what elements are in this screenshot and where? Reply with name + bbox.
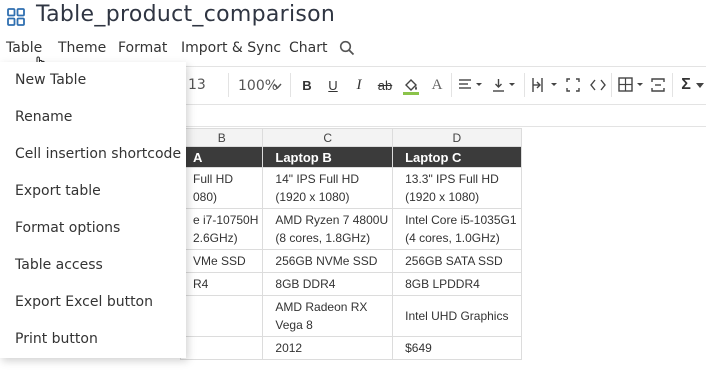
table-cell[interactable]: e i7-10750H 2.6GHz) [179,208,264,250]
table-cell[interactable] [179,295,264,337]
table-cell[interactable]: AMD Ryzen 7 4800U (8 cores, 1.8GHz) [262,208,394,250]
text-color-button[interactable]: A [430,75,444,95]
table-cell[interactable]: 13.3" IPS Full HD (1920 x 1080) [392,167,522,209]
toolbar-divider [290,73,291,97]
table-cell[interactable] [179,336,264,360]
chevron-down-icon[interactable] [696,83,704,88]
document-title[interactable]: Table_product_comparison [36,2,335,27]
fullscreen-icon[interactable] [566,78,580,92]
menu-item-rename[interactable]: Rename [15,109,72,125]
table-cell[interactable]: Intel UHD Graphics [392,295,522,337]
table-row: R4 8GB DDR4 8GB LPDDR4 [179,272,522,296]
table-cell[interactable]: Full HD 080) [179,167,264,209]
table-cell[interactable]: 256GB NVMe SSD [262,249,394,273]
bold-button[interactable]: B [300,75,314,95]
table-cell[interactable]: 8GB DDR4 [262,272,394,296]
code-icon[interactable] [590,79,606,91]
grid-app-icon [7,8,25,26]
chevron-down-icon[interactable] [273,83,282,89]
table-cell[interactable]: $649 [392,336,522,360]
column-header-row: B C D [179,128,522,147]
spreadsheet-grid: B C D A Laptop B Laptop C Full HD 080) 14… [179,128,522,360]
vertical-align-icon[interactable] [492,77,516,93]
font-size-value[interactable]: 13 [188,77,206,93]
table-header-row: A Laptop B Laptop C [179,146,522,168]
menu-item-new-table[interactable]: New Table [15,72,86,88]
menu-item-cell-insertion-shortcode[interactable]: Cell insertion shortcode [15,146,181,162]
table-row: VMe SSD 256GB NVMe SSD 256GB SATA SSD [179,249,522,273]
menu-item-export-excel-button[interactable]: Export Excel button [15,294,153,310]
sum-function-icon[interactable]: Σ [679,75,693,95]
toolbar-divider [451,73,452,97]
toolbar-divider [228,73,229,97]
underline-button[interactable]: U [326,75,340,95]
table-cell[interactable]: Intel Core i5-1035G1 (4 cores, 1.0GHz) [392,208,522,250]
text-wrap-icon[interactable] [530,77,558,93]
table-cell[interactable]: AMD Radeon RX Vega 8 [262,295,394,337]
borders-icon[interactable] [618,77,644,93]
menu-item-print-button[interactable]: Print button [15,331,98,347]
toolbar-divider [611,73,612,97]
table-cell[interactable]: 8GB LPDDR4 [392,272,522,296]
table-row: AMD Radeon RX Vega 8 Intel UHD Graphics [179,295,522,337]
table-cell[interactable]: 2012 [262,336,394,360]
table-row: Full HD 080) 14" IPS Full HD (1920 x 1080)… [179,167,522,209]
table-cell[interactable]: 14" IPS Full HD (1920 x 1080) [262,167,394,209]
menu-item-export-table[interactable]: Export table [15,183,101,199]
align-left-icon[interactable] [459,78,483,92]
menu-item-format-options[interactable]: Format options [15,220,120,236]
toolbar-divider [524,73,525,97]
header-cell[interactable]: Laptop B [262,146,394,168]
table-cell[interactable]: 256GB SATA SSD [392,249,522,273]
table-row: 2012 $649 [179,336,522,360]
italic-button[interactable]: I [352,75,366,95]
menu-chart[interactable]: Chart [289,40,327,56]
title-bar: Table_product_comparison [0,0,706,36]
menu-item-table-access[interactable]: Table access [15,257,103,273]
header-cell[interactable]: Laptop C [392,146,522,168]
search-icon[interactable] [339,40,355,56]
column-header-d[interactable]: D [392,128,522,147]
header-cell[interactable]: A [179,146,264,168]
table-cell[interactable]: R4 [179,272,264,296]
menu-theme[interactable]: Theme [58,40,106,56]
table-cell[interactable]: VMe SSD [179,249,264,273]
table-row: e i7-10750H 2.6GHz) AMD Ryzen 7 4800U (8 c… [179,208,522,250]
menu-import-sync[interactable]: Import & Sync [181,40,281,56]
merge-cells-icon[interactable] [651,78,665,92]
strikethrough-button[interactable]: ab [376,75,394,95]
column-header-c[interactable]: C [262,128,394,147]
menu-format[interactable]: Format [118,40,167,56]
toolbar-divider [672,73,673,97]
table-menu-dropdown: New Table Rename Cell insertion shortcod… [0,62,186,358]
fill-color-icon[interactable] [402,76,420,96]
menu-table[interactable]: Table [6,40,42,56]
column-header-b[interactable]: B [179,128,264,147]
